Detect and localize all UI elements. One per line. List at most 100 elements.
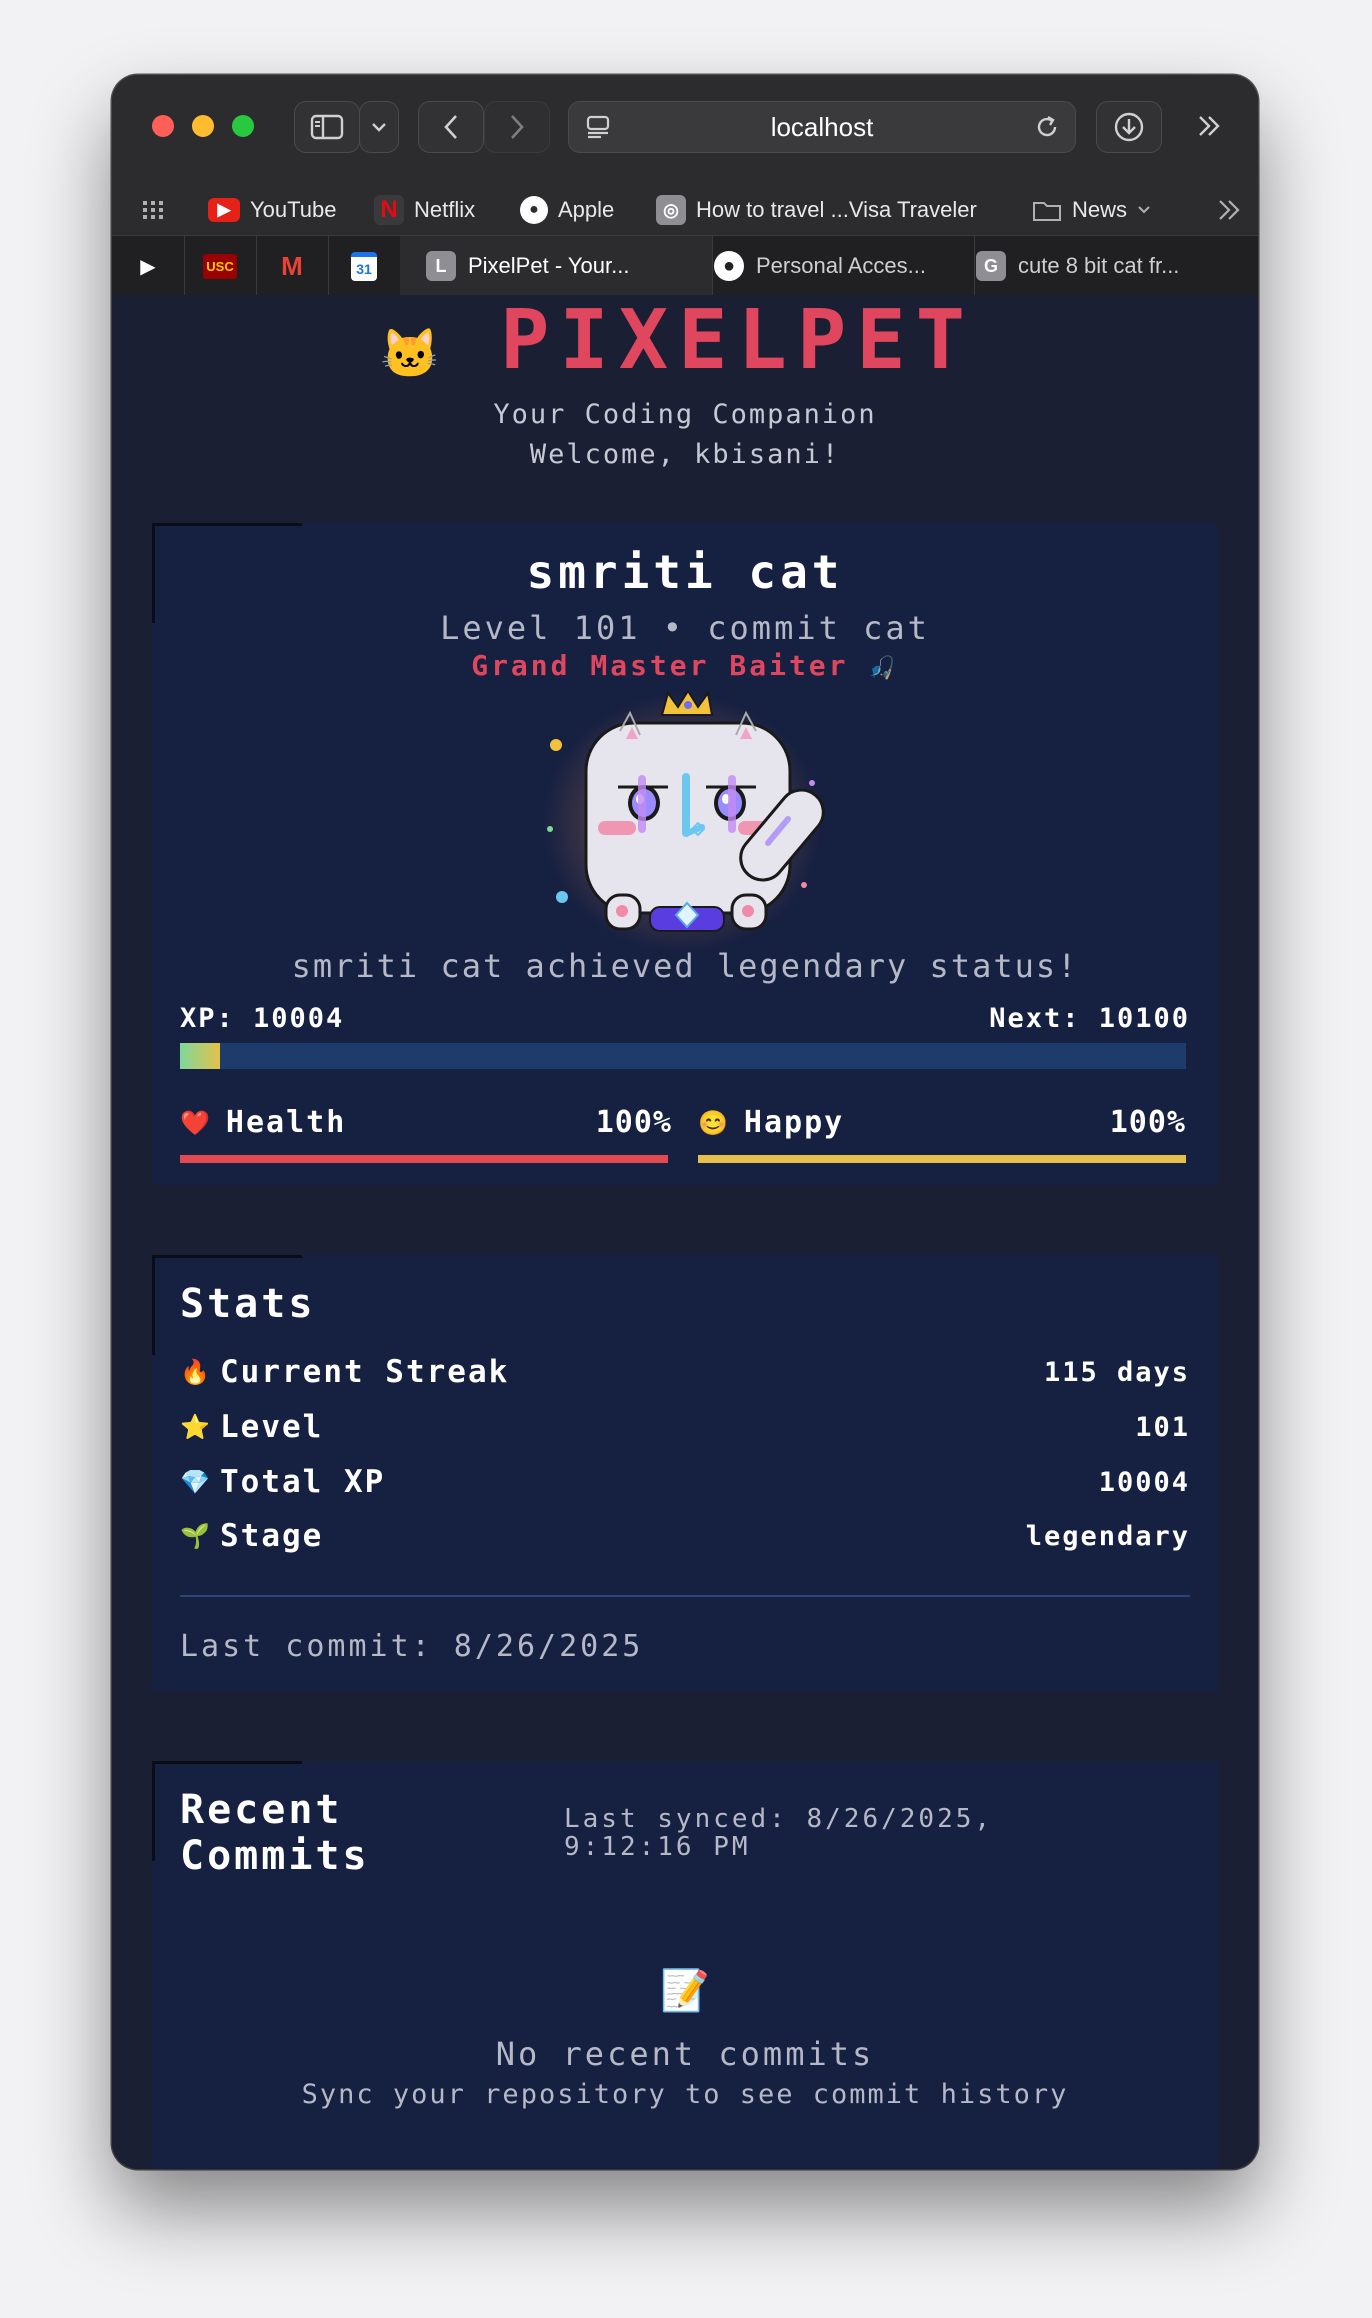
stat-value: legendary — [1025, 1520, 1190, 1552]
grid-icon — [143, 201, 163, 219]
pinned-tab-gmail[interactable]: M — [256, 236, 329, 296]
stat-row-stage: 🌱 Stage legendary — [180, 1513, 1190, 1559]
heart-icon: ❤️ — [180, 1108, 212, 1137]
page-menu-icon — [586, 115, 610, 139]
health-bar — [180, 1155, 668, 1163]
double-chevron-right-icon — [1199, 116, 1220, 136]
xp-progress-fill — [180, 1043, 221, 1069]
stats-divider — [180, 1595, 1190, 1597]
welcome-message: Welcome, kbisani! — [529, 439, 841, 470]
pinned-tab-usc[interactable]: USC — [184, 236, 257, 296]
sidebar-menu-button[interactable] — [359, 101, 399, 153]
pinned-tab-play[interactable]: ▶ — [112, 236, 185, 296]
health-label: ❤️ Health — [180, 1105, 347, 1140]
pet-level-line: Level 101 • commit cat — [440, 609, 930, 647]
pet-sprite — [542, 689, 825, 953]
github-icon: ● — [714, 251, 744, 281]
calendar-icon: 31 — [351, 251, 377, 281]
chevron-down-icon — [1138, 206, 1150, 214]
sidebar-icon — [310, 114, 344, 140]
empty-commits-title: No recent commits — [495, 2035, 875, 2073]
fire-icon: 🔥 — [180, 1358, 212, 1386]
chevron-down-icon — [372, 123, 386, 132]
tab-personal-access[interactable]: ● Personal Acces... — [688, 236, 975, 296]
address-bar[interactable]: localhost — [568, 101, 1076, 153]
recent-commits-title: Recent Commits — [180, 1787, 370, 1879]
apple-icon: ● — [520, 196, 548, 224]
stat-value: 101 — [1135, 1411, 1190, 1443]
gem-icon: 💎 — [180, 1468, 212, 1496]
double-chevron-right-icon — [1219, 200, 1240, 220]
globe-icon: ◎ — [656, 195, 686, 225]
usc-icon: USC — [203, 253, 237, 279]
tab-bar: ▶ USC M 31 L PixelPet - Your... ● Person… — [112, 235, 1258, 297]
next-level-xp: Next: 10100 — [989, 1003, 1190, 1034]
forward-button[interactable] — [484, 101, 550, 153]
pinned-tab-calendar[interactable]: 31 — [328, 236, 401, 296]
stat-label: 🌱 Stage — [180, 1518, 324, 1554]
folder-icon — [1033, 202, 1061, 221]
stat-row-streak: 🔥 Current Streak 115 days — [180, 1349, 1190, 1395]
crown-icon — [660, 689, 714, 716]
browser-window: localhost ▶ YouTube N Netflix ● Apple ◎ … — [112, 75, 1258, 2169]
smile-icon: 😊 — [698, 1108, 730, 1137]
last-synced-timestamp: Last synced: 8/26/2025, 9:12:16 PM — [564, 1804, 994, 1862]
apps-grid-button[interactable] — [142, 193, 168, 227]
youtube-icon: ▶ — [208, 198, 240, 222]
bookmarks-bar: ▶ YouTube N Netflix ● Apple ◎ How to tra… — [112, 185, 1258, 235]
xp-row: XP: 10004 Next: 10100 — [180, 1003, 1190, 1034]
pet-name: smriti cat — [526, 545, 844, 599]
bookmark-folder-news[interactable]: News — [1032, 193, 1151, 227]
achievement-message: smriti cat achieved legendary status! — [291, 947, 1079, 985]
xp-value: XP: 10004 — [180, 1003, 345, 1034]
bookmark-visa-traveler[interactable]: ◎ How to travel ...Visa Traveler — [656, 193, 977, 227]
empty-commits-subtitle: Sync your repository to see commit histo… — [301, 2079, 1069, 2110]
stat-row-total-xp: 💎 Total XP 10004 — [180, 1459, 1190, 1505]
last-commit-date: Last commit: 8/26/2025 — [180, 1629, 644, 1664]
bookmark-netflix[interactable]: N Netflix — [374, 193, 475, 227]
stat-label: ⭐ Level — [180, 1409, 324, 1445]
pet-card: smriti cat Level 101 • commit cat Grand … — [152, 523, 1218, 1185]
stat-value: 115 days — [1043, 1356, 1190, 1388]
memo-icon: 📝 — [660, 1968, 710, 2014]
sidebar-toggle-button[interactable] — [294, 101, 360, 153]
back-button[interactable] — [418, 101, 484, 153]
seedling-icon: 🌱 — [180, 1522, 212, 1550]
happy-bar-fill — [698, 1155, 1186, 1163]
health-value: 100% — [595, 1105, 672, 1140]
gmail-icon: M — [281, 250, 303, 281]
reload-icon[interactable] — [1033, 113, 1061, 141]
stat-row-level: ⭐ Level 101 — [180, 1404, 1190, 1450]
tagline: Your Coding Companion — [493, 399, 877, 430]
chevron-right-icon — [511, 115, 524, 139]
fishing-icon: 🎣 — [868, 656, 899, 681]
happy-bar — [698, 1155, 1186, 1163]
pixelpet-page: 🐱 PIXELPET Your Coding Companion Welcome… — [112, 293, 1258, 2169]
tab-pixelpet[interactable]: L PixelPet - Your... — [400, 236, 713, 296]
browser-toolbar: localhost — [112, 75, 1258, 185]
url-text: localhost — [770, 111, 874, 142]
toolbar-overflow-button[interactable] — [1184, 101, 1234, 151]
bookmark-apple[interactable]: ● Apple — [520, 193, 614, 227]
happy-label: 😊 Happy — [698, 1105, 845, 1140]
bookmarks-overflow-button[interactable] — [1216, 193, 1242, 227]
minimize-window-button[interactable] — [192, 115, 214, 137]
stat-label: 🔥 Current Streak — [180, 1354, 510, 1390]
stat-label: 💎 Total XP — [180, 1464, 386, 1500]
play-icon: ▶ — [140, 255, 156, 278]
zoom-window-button[interactable] — [232, 115, 254, 137]
tab-cute-cat-search[interactable]: G cute 8 bit cat fr... — [950, 236, 1258, 296]
g-favicon-icon: G — [976, 251, 1006, 281]
stats-card: Stats 🔥 Current Streak 115 days ⭐ Level 10… — [152, 1255, 1218, 1691]
star-icon: ⭐ — [180, 1413, 212, 1441]
happy-value: 100% — [1109, 1105, 1186, 1140]
stat-value: 10004 — [1098, 1466, 1190, 1498]
close-window-button[interactable] — [152, 115, 174, 137]
l-favicon-icon: L — [426, 251, 456, 281]
stats-title: Stats — [180, 1281, 316, 1327]
page-title: PIXELPET — [500, 293, 975, 388]
health-bar-fill — [180, 1155, 668, 1163]
bookmark-youtube[interactable]: ▶ YouTube — [208, 193, 336, 227]
netflix-icon: N — [374, 195, 404, 225]
downloads-button[interactable] — [1096, 101, 1162, 153]
